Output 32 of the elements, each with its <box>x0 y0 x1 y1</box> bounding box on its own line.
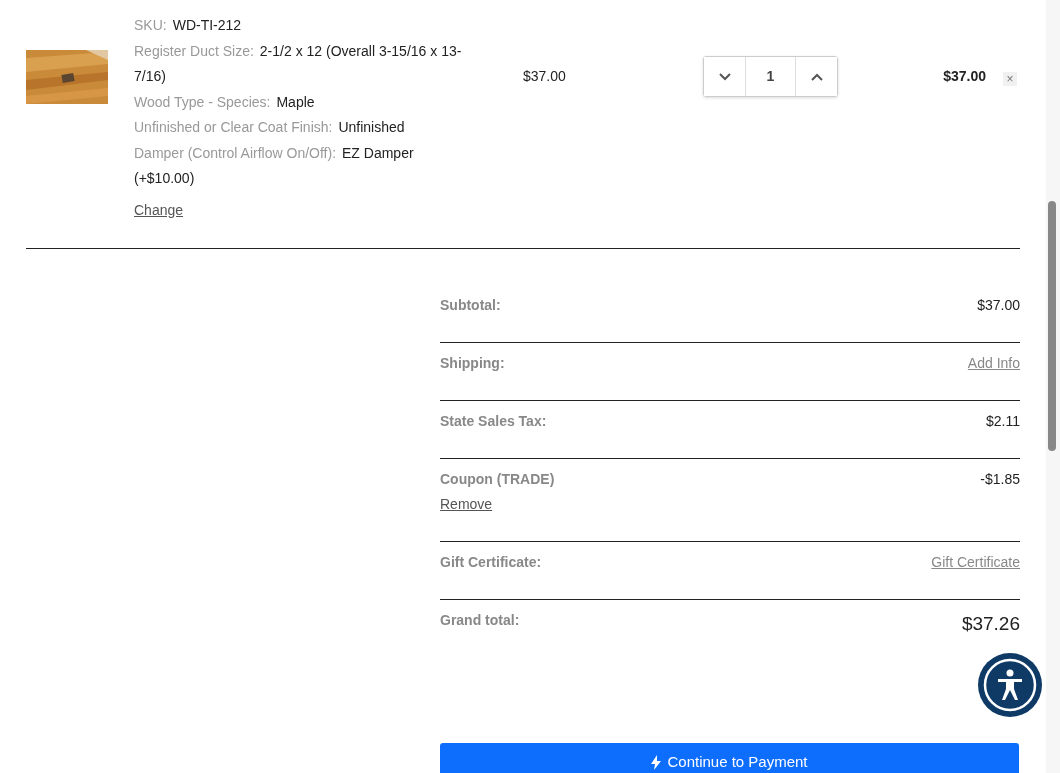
increase-button[interactable] <box>796 57 837 96</box>
remove-button[interactable]: × <box>1003 72 1017 86</box>
line-total: $37.00 <box>942 67 986 86</box>
remove-coupon-link[interactable]: Remove <box>440 494 493 515</box>
summary-label: Grand total: <box>440 611 520 630</box>
lightning-icon <box>651 754 662 770</box>
option-line: Register Duct Size: 2-1/2 x 12 (Overall 3-15/16 x 13-7/16) <box>134 41 463 86</box>
option-line: Unfinished or Clear Coat Finish: Unfinished <box>134 118 406 137</box>
accessibility-icon <box>982 657 1038 713</box>
decrease-button[interactable] <box>704 57 745 96</box>
summary-value: $37.00 <box>977 296 1020 315</box>
summary-label: Shipping: <box>440 354 505 373</box>
unit-price: $37.00 <box>523 67 567 86</box>
summary-value: -$1.85 <box>980 470 1020 489</box>
continue-to-payment-button[interactable]: Continue to Payment <box>440 742 1019 773</box>
chevron-down-icon <box>718 72 731 81</box>
summary-link[interactable]: Add Info <box>967 353 1020 374</box>
quantity-stepper[interactable]: 1 <box>703 56 838 97</box>
summary-label: State Sales Tax: <box>440 412 547 431</box>
option-line: Damper (Control Airflow On/Off): EZ Damper (+$10.00) <box>134 143 415 188</box>
option-line: Wood Type - Species: Maple <box>134 92 316 112</box>
change-link[interactable]: Change <box>134 197 184 223</box>
summary-label: Subtotal: <box>440 296 501 315</box>
summary-label: Gift Certificate: <box>440 553 542 572</box>
option-line: SKU: WD-TI-212 <box>134 16 243 35</box>
summary-value: $2.11 <box>986 412 1020 431</box>
scrollbar-thumb[interactable] <box>1048 201 1056 451</box>
quantity-field[interactable]: 1 <box>745 57 796 96</box>
chevron-up-icon <box>810 72 823 81</box>
summary-link[interactable]: Gift Certificate <box>931 552 1020 573</box>
grand-total: $37.26 <box>961 612 1020 636</box>
summary-label: Coupon (TRADE) <box>440 470 555 489</box>
